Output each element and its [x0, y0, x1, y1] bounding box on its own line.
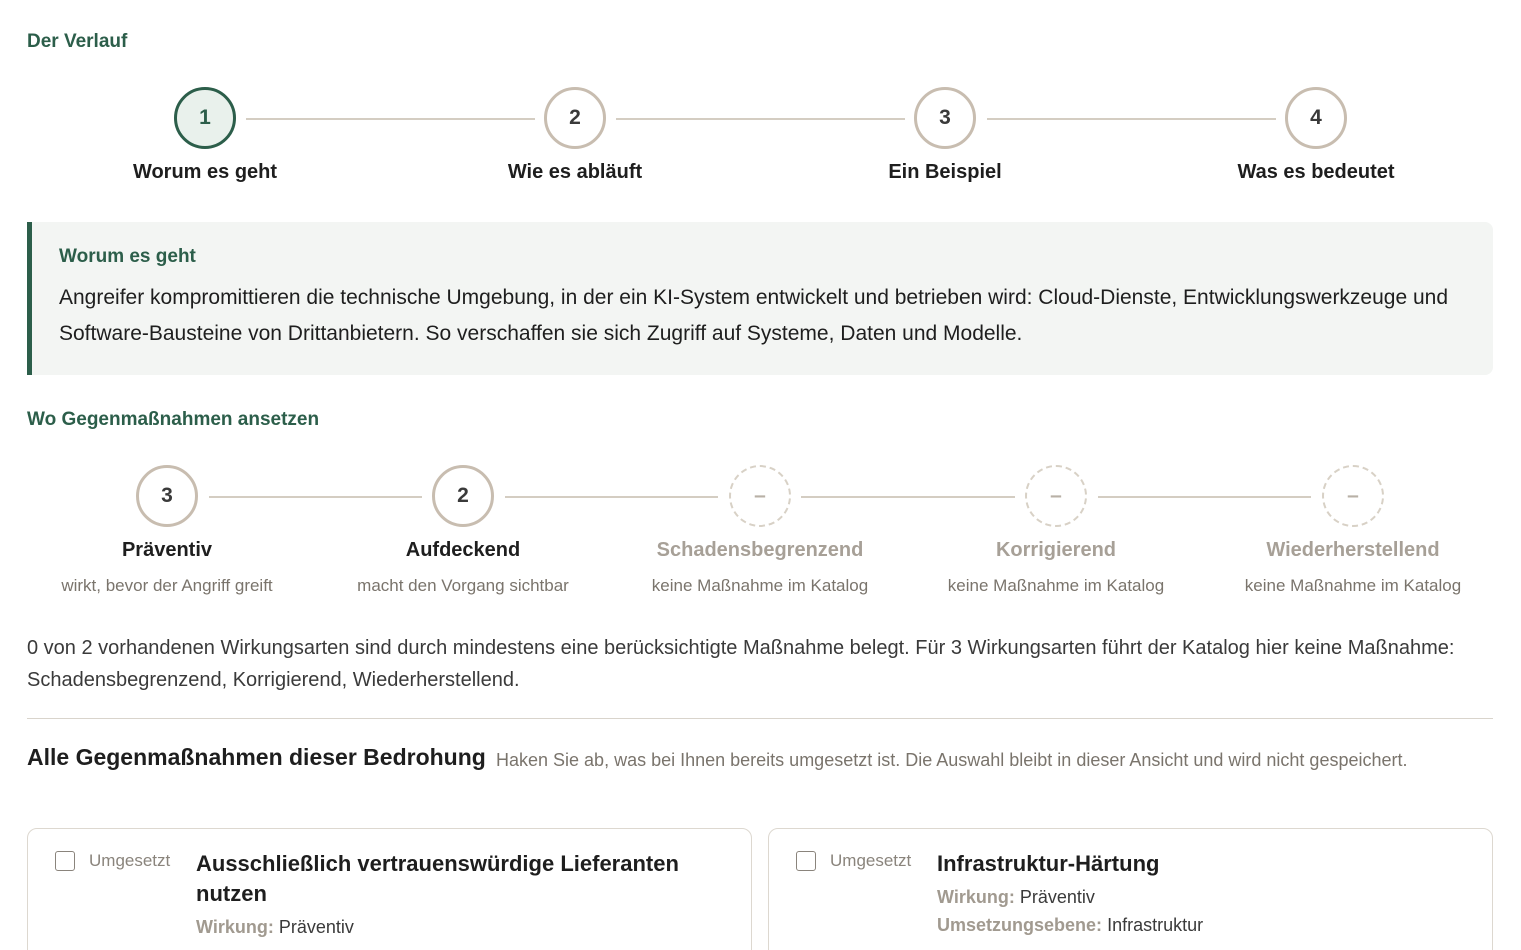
umgesetzt-toggle[interactable]: Umgesetzt [796, 851, 911, 871]
wirkungsart-title: Wiederherstellend [1266, 539, 1440, 561]
wirkungsart-title: Aufdeckend [405, 539, 521, 561]
massnahme-title: Ausschließlich vertrauenswürdige Liefera… [196, 851, 679, 906]
ebene-value: Infrastruktur [1107, 915, 1204, 935]
wirkungsart-wiederherstellend: – Wiederherstellend keine Maßnahme im Ka… [1203, 465, 1503, 596]
massnahme-title: Infrastruktur-Härtung [937, 851, 1160, 876]
step-number: 3 [914, 87, 976, 149]
wirkungsart-count: – [1025, 465, 1087, 527]
step-number: 2 [544, 87, 606, 149]
wirkungsart-korrigierend: – Korrigierend keine Maßnahme im Katalog [906, 465, 1206, 596]
coverage-summary: 0 von 2 vorhandenen Wirkungsarten sind d… [27, 637, 1455, 691]
wirkung-row: Wirkung: Präventiv [937, 883, 1468, 911]
step-worum-es-geht[interactable]: 1 Worum es geht [55, 87, 355, 184]
umgesetzt-label: Umgesetzt [830, 851, 912, 870]
wirkungsart-count: – [1322, 465, 1384, 527]
umgesetzt-checkbox[interactable] [55, 851, 75, 871]
step-title: Wie es abläuft [507, 161, 643, 183]
massnahmen-heading: Alle Gegenmaßnahmen dieser Bedrohung [27, 744, 486, 770]
step-wie-es-ablaeuft[interactable]: 2 Wie es abläuft [425, 87, 725, 184]
step-was-es-bedeutet[interactable]: 4 Was es bedeutet [1166, 87, 1466, 184]
massnahmen-hint: Haken Sie ab, was bei Ihnen bereits umge… [496, 750, 1408, 770]
divider [27, 718, 1493, 719]
card-body: Infrastruktur-Härtung Wirkung: Präventiv… [937, 849, 1468, 939]
wirkungsart-count: 2 [432, 465, 494, 527]
step-title: Worum es geht [132, 161, 278, 183]
page: Der Verlauf 1 Worum es geht 2 Wie es abl… [0, 0, 1521, 950]
wirkungsart-subtitle: keine Maßnahme im Katalog [651, 576, 869, 595]
info-box-text: Angreifer kompromittieren die technische… [59, 286, 1449, 345]
step-ein-beispiel[interactable]: 3 Ein Beispiel [795, 87, 1095, 184]
info-box: Worum es geht Angreifer kompromittieren … [27, 222, 1493, 375]
wirkungsart-subtitle: keine Maßnahme im Katalog [1244, 576, 1462, 595]
wirkung-row: Wirkung: Präventiv [196, 913, 727, 941]
wirkung-key: Wirkung: [196, 917, 274, 937]
step-title: Ein Beispiel [888, 161, 1002, 183]
wirkungsart-title: Korrigierend [995, 539, 1117, 561]
umgesetzt-label: Umgesetzt [89, 851, 171, 870]
wirkung-value: Präventiv [1019, 887, 1095, 907]
gegenmassnahmen-label: Wo Gegenmaßnahmen ansetzen [27, 409, 320, 430]
wirkungsart-subtitle: macht den Vorgang sichtbar [357, 576, 569, 595]
step-number: 4 [1285, 87, 1347, 149]
massnahme-card: Umgesetzt Ausschließlich vertrauenswürdi… [27, 828, 752, 950]
ebene-row: Umsetzungsebene: Infrastruktur [937, 911, 1468, 939]
massnahme-card: Umgesetzt Infrastruktur-Härtung Wirkung:… [768, 828, 1493, 950]
wirkungsart-count: 3 [136, 465, 198, 527]
wirkungsart-count: – [729, 465, 791, 527]
umgesetzt-checkbox[interactable] [796, 851, 816, 871]
wirkungsart-aufdeckend: 2 Aufdeckend macht den Vorgang sichtbar [313, 465, 613, 596]
card-body: Ausschließlich vertrauenswürdige Liefera… [196, 849, 727, 941]
info-box-title: Worum es geht [59, 246, 196, 267]
verlauf-label: Der Verlauf [27, 31, 128, 52]
wirkungsart-subtitle: keine Maßnahme im Katalog [947, 576, 1165, 595]
wirkungsart-title: Schadensbegrenzend [656, 539, 864, 561]
wirkungsart-praeventiv: 3 Präventiv wirkt, bevor der Angriff gre… [17, 465, 317, 596]
wirkung-value: Präventiv [278, 917, 354, 937]
step-number: 1 [174, 87, 236, 149]
umgesetzt-toggle[interactable]: Umgesetzt [55, 851, 170, 871]
wirkung-key: Wirkung: [937, 887, 1015, 907]
wirkungsart-title: Präventiv [121, 539, 213, 561]
ebene-key: Umsetzungsebene: [937, 915, 1103, 935]
wirkungsart-schadensbegrenzend: – Schadensbegrenzend keine Maßnahme im K… [610, 465, 910, 596]
step-title: Was es bedeutet [1237, 161, 1395, 183]
wirkungsart-subtitle: wirkt, bevor der Angriff greift [61, 576, 273, 595]
